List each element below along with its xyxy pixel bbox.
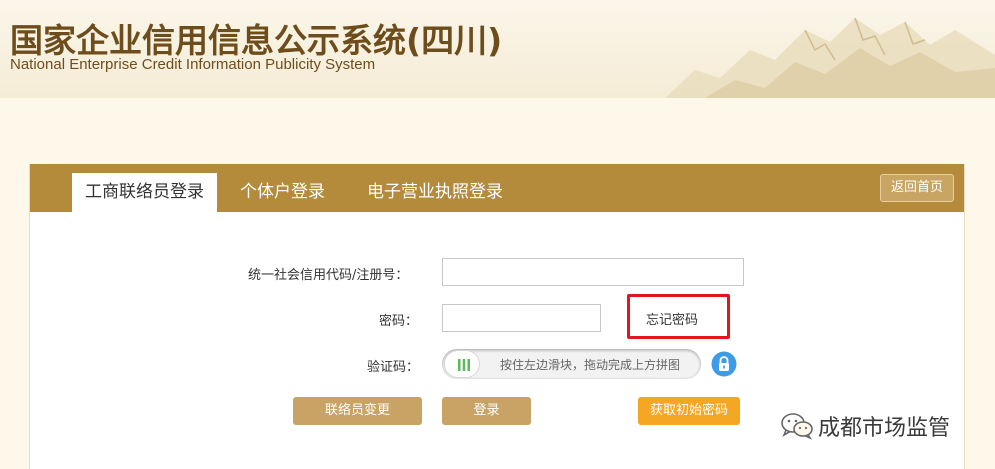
site-subtitle: National Enterprise Credit Information P… (10, 56, 376, 73)
grip-bars-icon (458, 359, 470, 371)
tab-contact-login[interactable]: 工商联络员登录 (72, 173, 217, 212)
mountain-landscape-decoration (665, 17, 995, 98)
forgot-password-link[interactable]: 忘记密码 (646, 309, 698, 328)
password-label: 密码： (379, 314, 419, 329)
captcha-slider-track[interactable]: 按住左边滑块，拖动完成上方拼图 (442, 349, 701, 379)
contact-change-button[interactable]: 联络员变更 (293, 397, 422, 425)
lock-icon (711, 351, 737, 377)
site-header: 国家企业信用信息公示系统(四川) National Enterprise Cre… (0, 0, 995, 98)
back-home-button[interactable]: 返回首页 (879, 174, 954, 202)
captcha-label: 验证码： (367, 360, 420, 375)
password-input[interactable] (442, 304, 601, 332)
login-tab-bar: 工商联络员登录 个体户登录 电子营业执照登录 返回首页 (30, 164, 964, 212)
credit-code-label: 统一社会信用代码/注册号： (248, 268, 409, 283)
slider-hint-text: 按住左边滑块，拖动完成上方拼图 (500, 358, 681, 372)
tab-e-license-login[interactable]: 电子营业执照登录 (367, 173, 503, 212)
captcha-slider-handle[interactable] (444, 350, 480, 378)
credit-code-input[interactable] (442, 258, 744, 286)
get-initial-password-button[interactable]: 获取初始密码 (638, 397, 740, 425)
login-button[interactable]: 登录 (442, 397, 531, 425)
wechat-watermark: 成都市场监管 (772, 407, 972, 447)
site-title: 国家企业信用信息公示系统(四川) (10, 21, 503, 60)
tab-individual-login[interactable]: 个体户登录 (240, 173, 325, 212)
wechat-icon (781, 413, 813, 440)
watermark-text: 成都市场监管 (818, 416, 951, 441)
